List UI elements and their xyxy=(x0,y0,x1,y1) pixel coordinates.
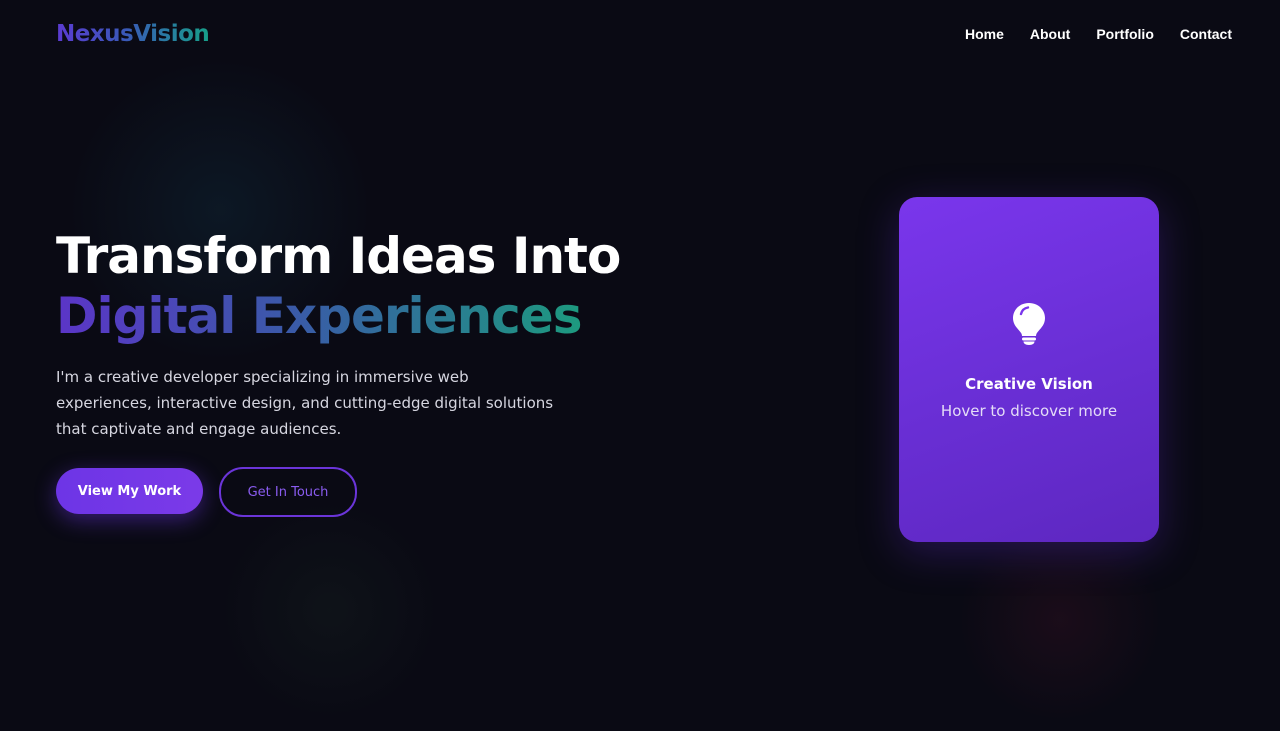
view-my-work-button[interactable]: View My Work xyxy=(56,468,203,514)
brand-logo[interactable]: NexusVision xyxy=(56,21,210,47)
background-glow xyxy=(940,520,1180,720)
nav-item-about[interactable]: About xyxy=(1030,26,1070,42)
site-header: NexusVision Home About Portfolio Contact xyxy=(56,18,1232,50)
landing-page: NexusVision Home About Portfolio Contact… xyxy=(0,0,1280,731)
hero-title-line1: Transform Ideas Into xyxy=(56,227,621,285)
creative-vision-card[interactable]: Creative Vision Hover to discover more xyxy=(899,197,1159,542)
lightbulb-icon xyxy=(1013,303,1045,345)
nav-item-contact[interactable]: Contact xyxy=(1180,26,1232,42)
background-glow xyxy=(200,500,460,720)
nav-item-home[interactable]: Home xyxy=(965,26,1004,42)
hero-description: I'm a creative developer specializing in… xyxy=(56,368,554,438)
get-in-touch-button[interactable]: Get In Touch xyxy=(219,467,357,517)
hero-title-line2: Digital Experiences xyxy=(56,287,582,345)
hero-title: Transform Ideas Into Digital Experiences xyxy=(56,226,621,346)
main-nav: Home About Portfolio Contact xyxy=(965,26,1232,42)
card-subtitle: Hover to discover more xyxy=(940,402,1118,420)
card-title: Creative Vision xyxy=(965,375,1093,393)
nav-item-portfolio[interactable]: Portfolio xyxy=(1096,26,1154,42)
